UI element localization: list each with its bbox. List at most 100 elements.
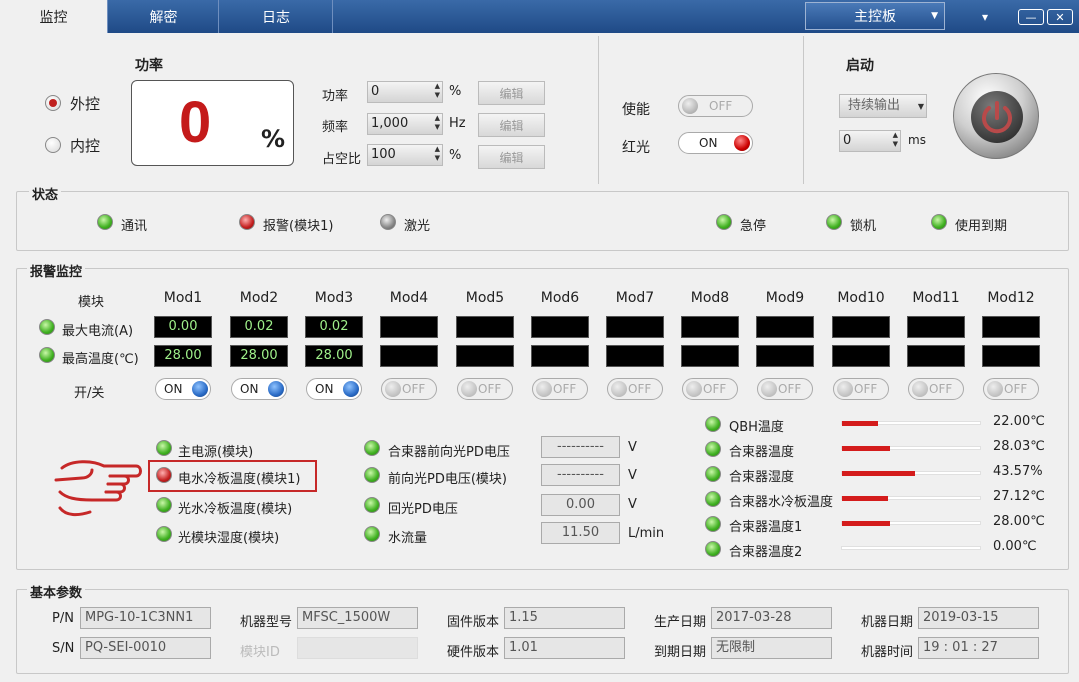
module-header: Mod5 [465,290,505,306]
mode-select-value: 持续输出 [848,98,901,113]
level-bar-fill [842,471,915,476]
right-item-led [705,541,721,557]
module-temp-value [681,345,739,367]
water-flow-value: 11.50 [541,522,620,544]
module-switch-state: OFF [854,382,878,396]
right-item-value: 27.12℃ [993,489,1045,504]
main-control-select[interactable]: 主控板 ▼ [805,2,945,30]
module-current-value [681,316,739,338]
module-switch-toggle[interactable]: OFF [457,378,513,400]
module-current-value [832,316,890,338]
module-switch-state: ON [240,382,259,396]
module-current-value [380,316,438,338]
spin-arrows-icon[interactable]: ▲ ▼ [435,114,440,132]
module-switch-toggle[interactable]: OFF [757,378,813,400]
firmware-label: 固件版本 [447,615,500,630]
alarm-title: 报警监控 [27,261,86,280]
machine-date-field: 2019-03-15 [918,607,1039,629]
module-temp-value [756,345,814,367]
module-switch-state: OFF [1004,382,1028,396]
pn-field: MPG-10-1C3NN1 [80,607,211,629]
forward-pd-value: ---------- [541,464,620,486]
divider [598,36,599,184]
comm-led [97,214,113,230]
module-switch-toggle[interactable]: OFF [908,378,964,400]
module-header: Mod1 [163,290,203,306]
duty-spinbox[interactable]: 100 ▲ ▼ [367,144,443,166]
module-header: Mod12 [987,290,1035,306]
module-switch-toggle[interactable]: ON [155,378,211,400]
module-temp-value [456,345,514,367]
power-symbol-icon [982,101,1012,134]
tab-log[interactable]: 日志 [220,0,333,33]
spin-arrows-icon[interactable]: ▲ ▼ [893,131,898,149]
external-control-radio[interactable] [45,95,61,111]
frequency-unit-label: Hz [449,116,466,131]
module-switch-toggle[interactable]: OFF [983,378,1039,400]
toggle-knob [682,98,698,114]
module-current-value [982,316,1040,338]
module-id-label: 模块ID [240,645,280,660]
module-switch-toggle[interactable]: OFF [381,378,437,400]
edit-frequency-button[interactable]: 编辑 [478,113,545,137]
enable-toggle[interactable]: OFF [678,95,753,117]
tab-decrypt[interactable]: 解密 [109,0,219,33]
module-switch-toggle[interactable]: OFF [532,378,588,400]
module-temp-value [832,345,890,367]
module-switch-state: OFF [778,382,802,396]
redlight-label: 红光 [622,140,650,156]
internal-control-radio[interactable] [45,137,61,153]
sn-label: S/N [52,641,75,656]
power-spinbox[interactable]: 0 ▲ ▼ [367,81,443,103]
mid-item-forward-pd: 前向光PD电压(模块) [388,472,507,487]
combiner-pd-value: ---------- [541,436,620,458]
hardware-field: 1.01 [504,637,625,659]
estop-led [716,214,732,230]
start-title: 启动 [846,58,874,74]
mode-select[interactable]: 持续输出 ▼ [839,94,927,118]
module-switch-toggle[interactable]: OFF [833,378,889,400]
forward-pd-led [364,467,380,483]
status-estop: 急停 [740,219,767,234]
water-flow-led [364,526,380,542]
status-title: 状态 [29,184,62,203]
module-switch-state: OFF [929,382,953,396]
menu-dropdown-icon[interactable]: ▾ [982,9,988,25]
ms-spinbox[interactable]: 0 ▲ ▼ [839,130,901,152]
switch-label: 开/关 [74,386,105,401]
power-title: 功率 [135,58,163,74]
right-item-label: 合束器温度2 [729,545,803,560]
module-switch-state: ON [164,382,183,396]
frequency-spinbox[interactable]: 1,000 ▲ ▼ [367,113,443,135]
right-item-value: 22.00℃ [993,414,1045,429]
back-pd-value: 0.00 [541,494,620,516]
back-pd-unit: V [628,497,637,512]
module-switch-state: ON [315,382,334,396]
edit-duty-button[interactable]: 编辑 [478,145,545,169]
right-item-level-bar [841,471,981,476]
module-switch-state: OFF [553,382,577,396]
right-item-led [705,466,721,482]
laser-led [380,214,396,230]
toggle-knob [268,381,284,397]
module-switch-toggle[interactable]: OFF [682,378,738,400]
toggle-knob [734,135,750,151]
spin-arrows-icon[interactable]: ▲ ▼ [435,145,440,163]
basic-title: 基本参数 [27,582,86,601]
module-switch-toggle[interactable]: ON [231,378,287,400]
status-lock: 锁机 [850,219,877,234]
spin-arrows-icon[interactable]: ▲ ▼ [435,82,440,100]
edit-power-button[interactable]: 编辑 [478,81,545,105]
tab-monitor[interactable]: 监控 [0,0,108,33]
close-button[interactable]: ✕ [1047,9,1073,25]
minimize-button[interactable]: — [1018,9,1044,25]
module-switch-toggle[interactable]: OFF [607,378,663,400]
right-item-label: 合束器温度1 [729,520,803,535]
redlight-toggle[interactable]: ON [678,132,753,154]
right-item-label: 合束器湿度 [729,470,795,485]
divider [803,36,804,184]
toggle-knob [611,381,627,397]
module-switch-toggle[interactable]: ON [306,378,362,400]
power-start-button[interactable] [953,73,1039,159]
param-label-frequency: 频率 [322,120,349,135]
